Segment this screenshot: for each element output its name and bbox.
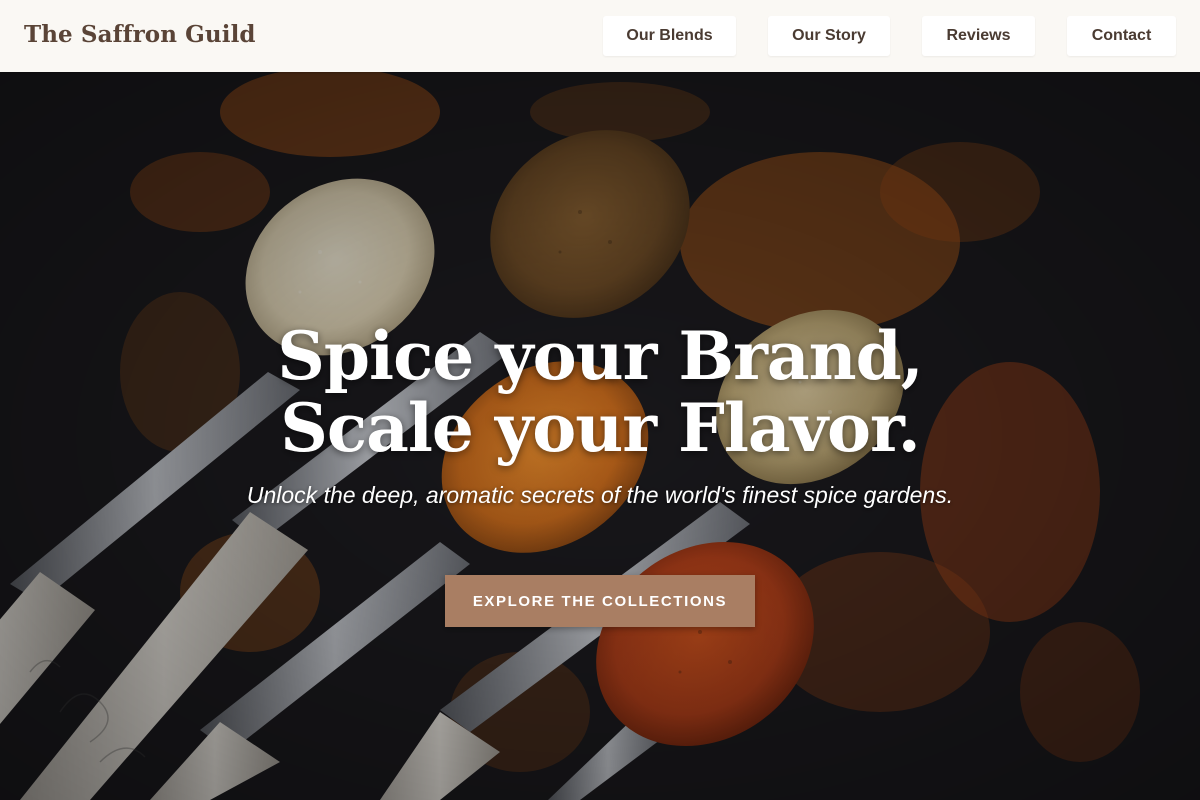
nav-our-story[interactable]: Our Story xyxy=(768,16,890,56)
hero-section: Spice your Brand, Scale your Flavor. Unl… xyxy=(0,72,1200,800)
explore-collections-button[interactable]: EXPLORE THE COLLECTIONS xyxy=(445,575,755,627)
hero-headline-line-1: Spice your Brand, xyxy=(277,317,924,395)
nav-our-blends[interactable]: Our Blends xyxy=(603,16,736,56)
hero-headline: Spice your Brand, Scale your Flavor. xyxy=(0,320,1200,464)
brand-logo-text[interactable]: The Saffron Guild xyxy=(24,21,256,48)
hero-subtitle: Unlock the deep, aromatic secrets of the… xyxy=(246,482,954,508)
hero-headline-line-2: Scale your Flavor. xyxy=(280,389,921,467)
nav-reviews[interactable]: Reviews xyxy=(922,16,1035,56)
landing-page: The Saffron Guild Our Blends Our Story R… xyxy=(0,0,1200,800)
site-header: The Saffron Guild Our Blends Our Story R… xyxy=(0,0,1200,72)
nav-contact[interactable]: Contact xyxy=(1067,16,1176,56)
